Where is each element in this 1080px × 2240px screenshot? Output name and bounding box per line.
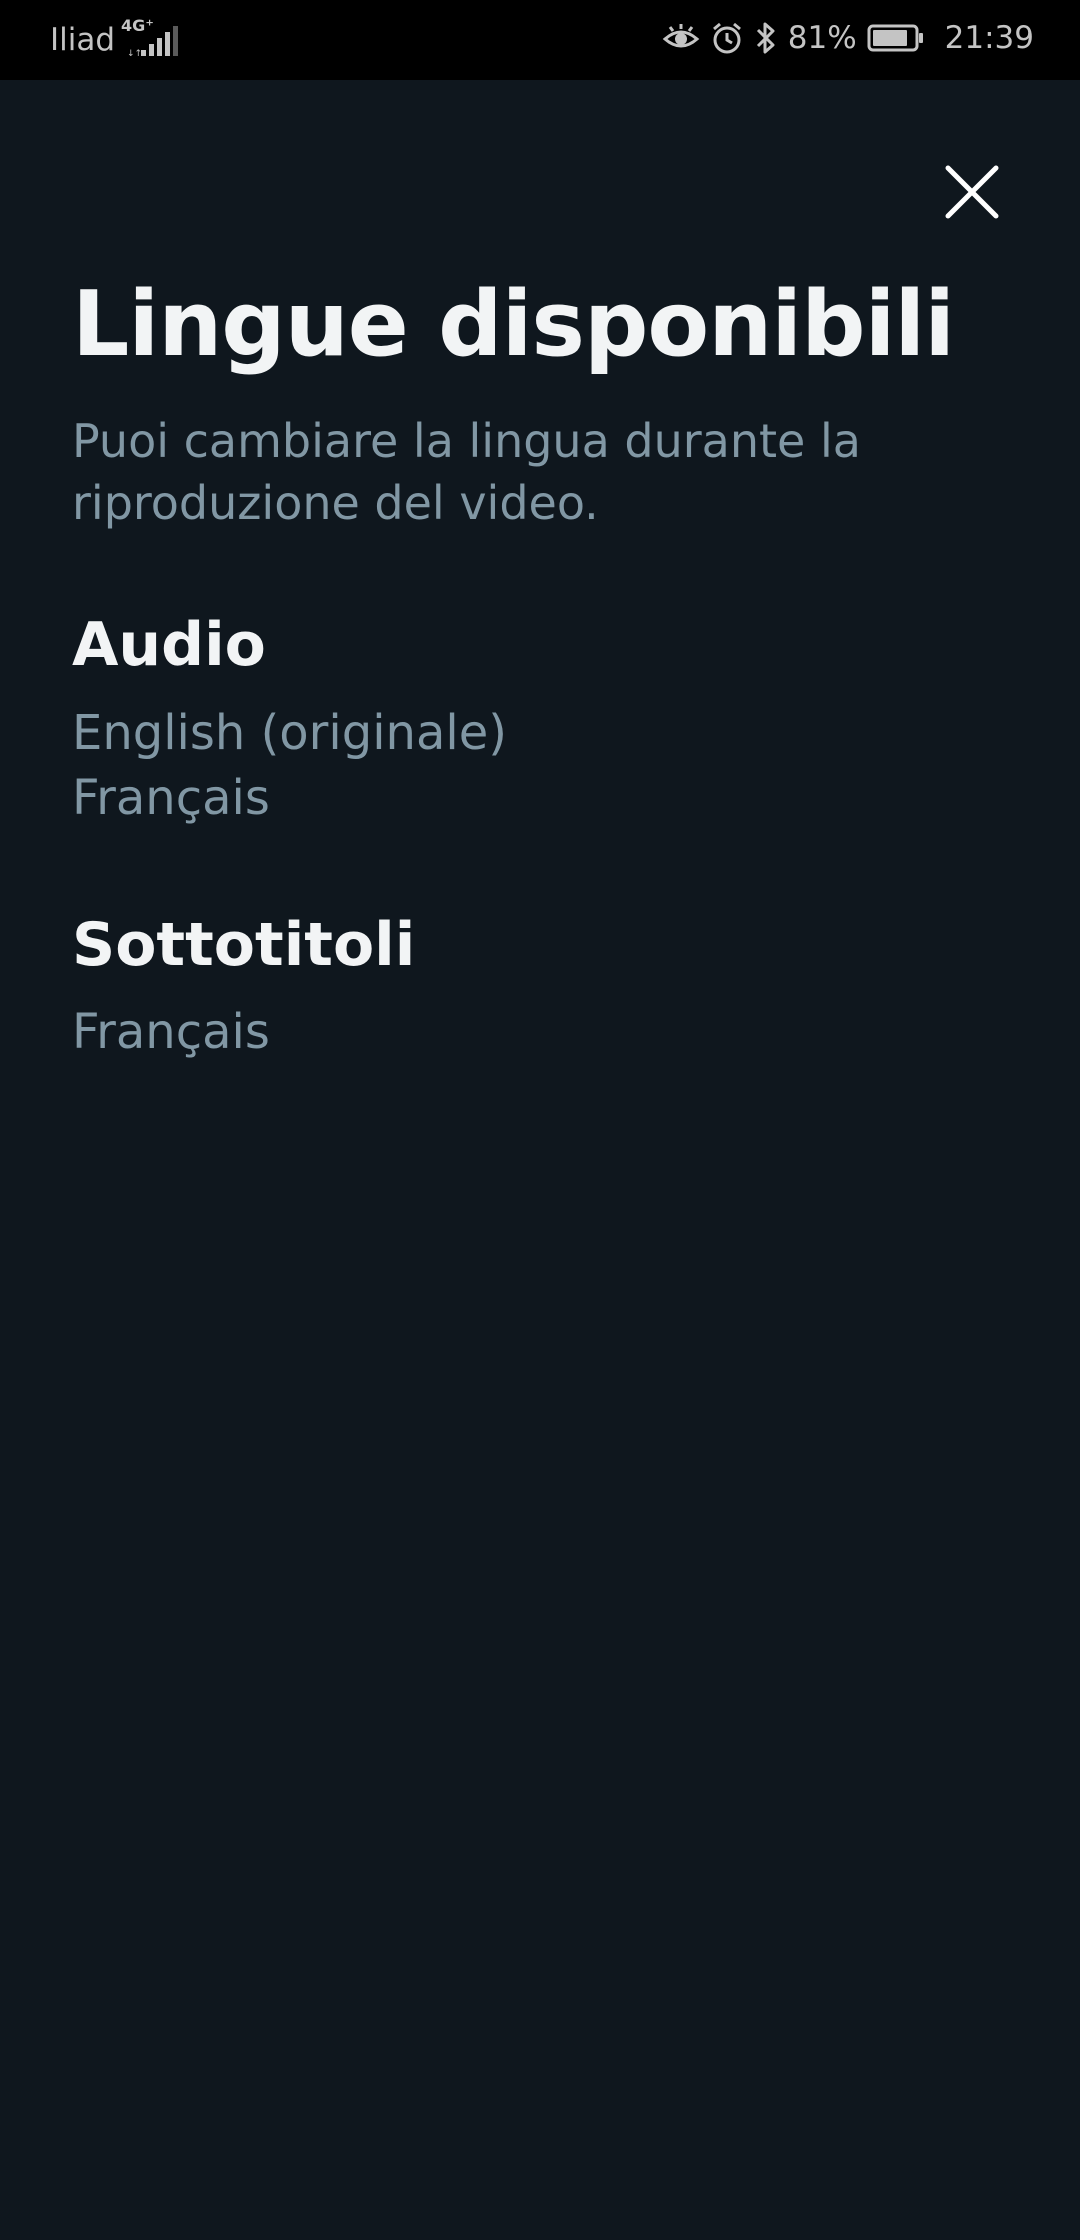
bluetooth-icon: [756, 22, 775, 54]
eye-comfort-icon: [662, 24, 700, 48]
battery-percentage: 81%: [787, 20, 857, 56]
page-title: Lingue disponibili: [72, 272, 955, 377]
close-icon: [945, 165, 999, 219]
svg-text:↓↑: ↓↑: [127, 49, 142, 58]
subtitles-section-title: Sottotitoli: [72, 910, 416, 980]
signal-icon: ↓↑: [127, 26, 179, 58]
carrier-name: Iliad: [50, 22, 116, 58]
audio-section-title: Audio: [72, 610, 266, 680]
audio-language-item: English (originale): [72, 705, 507, 761]
battery-icon: [867, 24, 923, 52]
network-indicator: 4G⁺ ↓↑: [121, 16, 183, 58]
carrier-area: Iliad 4G⁺ ↓↑: [50, 16, 183, 58]
alarm-icon: [712, 22, 741, 54]
close-button[interactable]: [940, 160, 1004, 224]
status-bar: Iliad 4G⁺ ↓↑ 81% 21:39: [0, 0, 1080, 80]
audio-language-item: Français: [72, 770, 270, 826]
clock: 21:39: [944, 20, 1034, 56]
subtitle-language-item: Français: [72, 1004, 270, 1060]
page-subtitle: Puoi cambiare la lingua durante la ripro…: [72, 414, 861, 530]
status-icons: 81% 21:39: [662, 20, 1034, 56]
